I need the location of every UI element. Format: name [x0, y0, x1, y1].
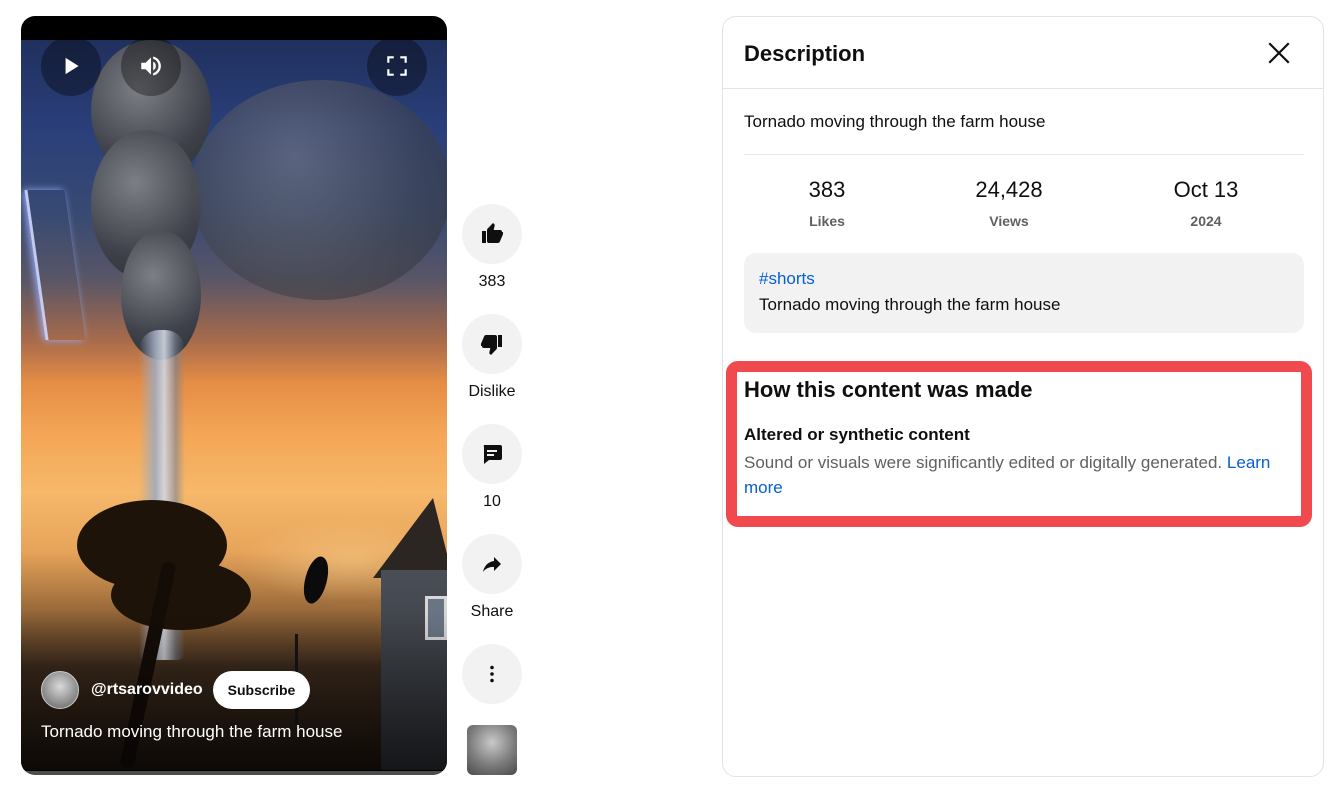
video-title: Tornado moving through the farm house [41, 722, 343, 741]
like-button[interactable] [462, 204, 522, 264]
video-frame[interactable] [21, 40, 447, 770]
stat-value: 24,428 [975, 177, 1043, 202]
dislike-button[interactable] [462, 314, 522, 374]
more-action [462, 644, 522, 704]
video-summary: Tornado moving through the farm house [744, 112, 1046, 131]
disclosure-title: How this content was made [744, 377, 1033, 402]
close-button[interactable] [1261, 35, 1297, 71]
progress-bar[interactable] [21, 771, 447, 775]
stat-views: 24,428 Views [939, 177, 1079, 229]
share-icon [483, 557, 501, 572]
comment-count: 10 [483, 493, 501, 510]
description-panel: Description Tornado moving through the f… [722, 16, 1324, 777]
comments-button[interactable] [462, 424, 522, 484]
close-icon [1268, 42, 1290, 64]
thumbs-up-icon [482, 223, 503, 243]
thumbs-down-icon [481, 335, 502, 355]
hashtag-link[interactable]: #shorts [759, 269, 1289, 289]
channel-row: @rtsarovvideo Subscribe [41, 670, 311, 710]
volume-button[interactable] [121, 36, 181, 96]
volume-icon [141, 56, 161, 76]
share-button[interactable] [462, 534, 522, 594]
share-action: Share [462, 534, 522, 621]
fullscreen-button[interactable] [367, 36, 427, 96]
dislike-action: Dislike [462, 314, 522, 401]
like-count: 383 [478, 273, 506, 290]
disclosure-body: Sound or visuals were significantly edit… [744, 450, 1294, 500]
flying-debris [297, 553, 335, 607]
stat-label: Views [989, 213, 1029, 229]
channel-avatar[interactable] [41, 671, 79, 709]
panel-header: Description [723, 17, 1323, 89]
sound-thumbnail[interactable] [467, 725, 517, 775]
more-button[interactable] [462, 644, 522, 704]
share-label: Share [470, 603, 514, 620]
disclosure-subtitle: Altered or synthetic content [744, 425, 970, 444]
content-disclosure-box: How this content was made Altered or syn… [726, 361, 1312, 527]
lightning-bolt [24, 190, 86, 340]
comment-icon [483, 445, 502, 464]
fullscreen-icon [387, 56, 407, 76]
play-icon [65, 57, 79, 75]
shorts-player[interactable]: @rtsarovvideo Subscribe Tornado moving t… [21, 16, 447, 775]
storm-cloud [191, 80, 447, 300]
stat-likes: 383 Likes [757, 177, 897, 229]
divider [744, 154, 1304, 155]
stat-value: Oct 13 [1173, 177, 1239, 202]
house-roof [373, 498, 447, 578]
stat-date: Oct 13 2024 [1136, 177, 1276, 229]
stat-label: 2024 [1190, 213, 1222, 229]
subscribe-button[interactable]: Subscribe [212, 671, 311, 709]
stat-value: 383 [808, 177, 846, 202]
panel-title: Description [744, 41, 866, 66]
description-text: Tornado moving through the farm house [759, 295, 1061, 314]
channel-handle[interactable]: @rtsarovvideo [91, 681, 203, 699]
comments-action: 10 [462, 424, 522, 511]
more-vertical-icon [490, 665, 494, 683]
description-box[interactable]: #shorts Tornado moving through the farm … [744, 253, 1304, 333]
disclosure-text: Sound or visuals were significantly edit… [744, 453, 1223, 472]
stat-label: Likes [809, 213, 845, 229]
play-button[interactable] [41, 36, 101, 96]
like-action: 383 [462, 204, 522, 291]
dislike-label: Dislike [468, 383, 516, 400]
